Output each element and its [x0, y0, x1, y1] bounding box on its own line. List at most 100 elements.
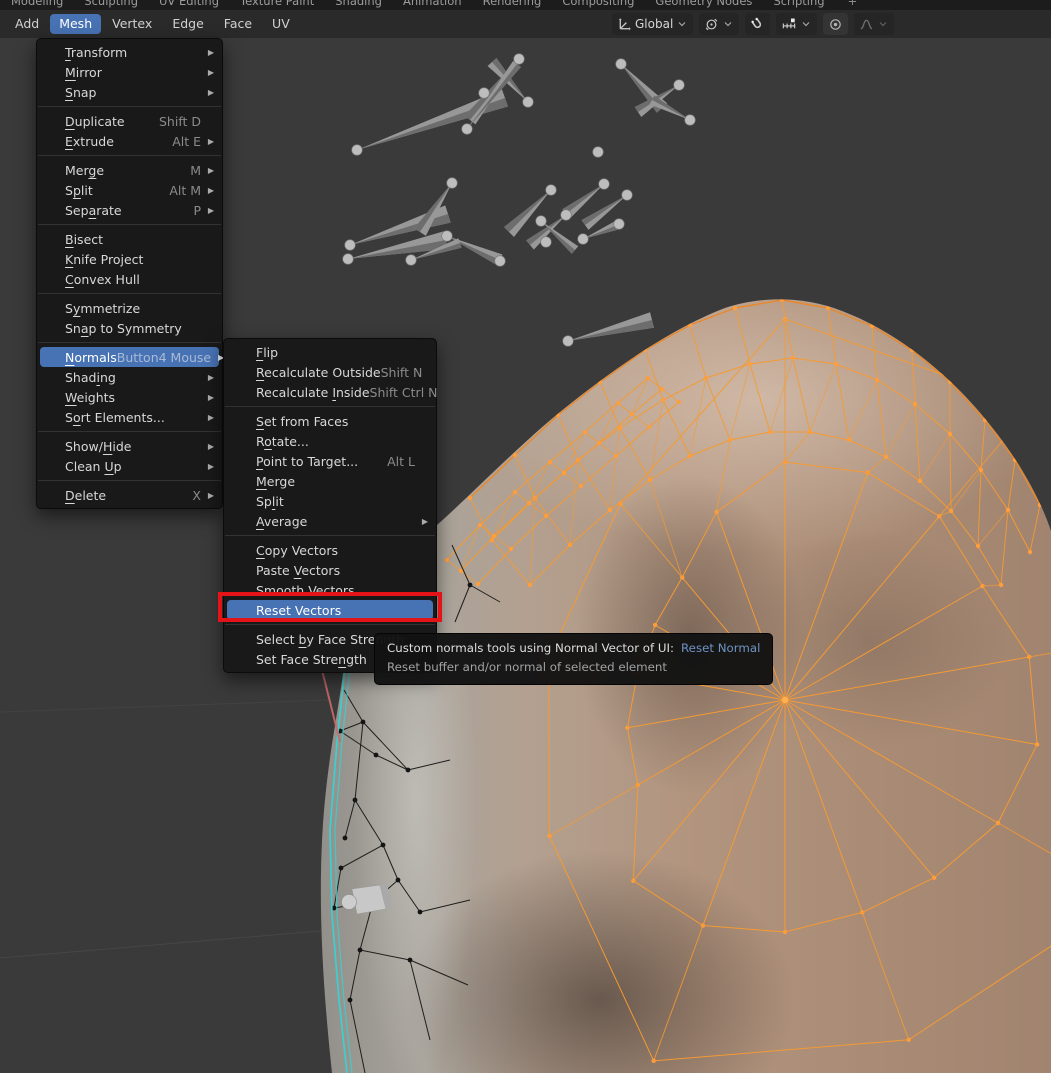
- workspace-tab-shading[interactable]: Shading: [333, 0, 384, 9]
- menu-separator: [38, 431, 221, 432]
- menu-item-point-to-target[interactable]: Point to Target...Alt L: [227, 451, 433, 471]
- editor-menu-mesh[interactable]: Mesh: [50, 14, 101, 34]
- workspace-tab-rendering[interactable]: Rendering: [481, 0, 544, 9]
- menu-item-split[interactable]: Split: [227, 491, 433, 511]
- menu-item-smooth-vectors[interactable]: Smooth Vectors: [227, 580, 433, 600]
- menu-item-snap-to-symmetry[interactable]: Snap to Symmetry: [40, 318, 219, 338]
- menu-item-delete[interactable]: DeleteX▶: [40, 485, 219, 505]
- menu-separator: [38, 342, 221, 343]
- menu-item-label: Paste Vectors: [227, 563, 340, 578]
- menu-item-label: Separate: [40, 203, 122, 218]
- editor-menu-vertex[interactable]: Vertex: [103, 14, 161, 34]
- menu-item-bisect[interactable]: Bisect: [40, 229, 219, 249]
- menu-item-average[interactable]: Average▶: [227, 511, 433, 531]
- menu-item-label: Extrude: [40, 134, 114, 149]
- menu-item-paste-vectors[interactable]: Paste Vectors: [227, 560, 433, 580]
- menu-item-normals[interactable]: NormalsButton4 Mouse▶: [40, 347, 219, 367]
- menu-item-snap[interactable]: Snap▶: [40, 82, 219, 102]
- menu-item-duplicate[interactable]: DuplicateShift D: [40, 111, 219, 131]
- menu-item-mirror[interactable]: Mirror ▶: [40, 62, 219, 82]
- menu-item-separate[interactable]: Separate P▶: [40, 200, 219, 220]
- editor-menu-face[interactable]: Face: [215, 14, 261, 34]
- submenu-arrow-icon: ▶: [203, 206, 214, 215]
- editor-menu-uv[interactable]: UV: [263, 14, 299, 34]
- menu-item-merge[interactable]: Merge: [227, 471, 433, 491]
- pivot-dropdown[interactable]: [699, 13, 739, 35]
- menu-item-label: Merge: [227, 474, 295, 489]
- submenu-arrow-icon: ▶: [203, 68, 214, 77]
- menu-item-symmetrize[interactable]: Symmetrize: [40, 298, 219, 318]
- menu-item-label: Flip: [227, 345, 278, 360]
- menu-item-sort-elements[interactable]: Sort Elements...▶: [40, 407, 219, 427]
- menu-shortcut: Shift Ctrl N: [370, 385, 440, 400]
- menu-item-label: Set from Faces: [227, 414, 348, 429]
- chevron-down-icon: [877, 18, 889, 30]
- workspace-tab-sculpting[interactable]: Sculpting: [82, 0, 140, 9]
- menu-item-label: Delete: [40, 488, 106, 503]
- menu-item-label: Convex Hull: [40, 272, 140, 287]
- editor-menu-edge[interactable]: Edge: [163, 14, 212, 34]
- menu-shortcut: X: [192, 488, 203, 503]
- menu-item-show-hide[interactable]: Show/Hide▶: [40, 436, 219, 456]
- chevron-down-icon: [676, 18, 688, 30]
- workspace-tab-compositing[interactable]: Compositing: [560, 0, 636, 9]
- viewport-header: AddMeshVertexEdgeFaceUV Global: [0, 10, 1051, 38]
- menu-item-shading[interactable]: Shading▶: [40, 367, 219, 387]
- orientation-dropdown[interactable]: Global: [612, 13, 693, 35]
- submenu-arrow-icon: ▶: [203, 442, 214, 451]
- menu-shortcut: Button4 Mouse: [117, 350, 213, 365]
- workspace-tab-geometry-nodes[interactable]: Geometry Nodes: [653, 0, 754, 9]
- menu-item-recalculate-outside[interactable]: Recalculate OutsideShift N: [227, 362, 433, 382]
- menu-item-set-from-faces[interactable]: Set from Faces: [227, 411, 433, 431]
- menu-item-knife-project[interactable]: Knife Project: [40, 249, 219, 269]
- menu-item-transform[interactable]: Transform▶: [40, 42, 219, 62]
- menu-item-label: Split: [40, 183, 93, 198]
- workspace-tab-scripting[interactable]: Scripting: [771, 0, 826, 9]
- submenu-arrow-icon: ▶: [203, 137, 214, 146]
- submenu-arrow-icon: ▶: [417, 517, 428, 526]
- submenu-arrow-icon: ▶: [203, 88, 214, 97]
- add-workspace-button[interactable]: +: [846, 0, 860, 9]
- tooltip-operator-link: Reset Normal: [681, 641, 760, 655]
- proportional-edit-toggle[interactable]: [823, 13, 848, 35]
- menu-item-rotate[interactable]: Rotate...: [227, 431, 433, 451]
- mesh-menu-panel: Transform▶Mirror▶Snap▶DuplicateShift DEx…: [36, 38, 223, 509]
- tooltip: Custom normals tools using Normal Vector…: [374, 633, 773, 685]
- menu-item-merge[interactable]: MergeM▶: [40, 160, 219, 180]
- workspace-tab-texture-paint[interactable]: Texture Paint: [238, 0, 316, 9]
- workspace-tab-uv-editing[interactable]: UV Editing: [157, 0, 221, 9]
- menu-separator: [225, 535, 435, 536]
- submenu-arrow-icon: ▶: [203, 462, 214, 471]
- menu-item-clean-up[interactable]: Clean Up▶: [40, 456, 219, 476]
- falloff-curve-icon: [859, 17, 874, 32]
- tooltip-line1: Custom normals tools using Normal Vector…: [387, 641, 674, 655]
- snap-target-dropdown[interactable]: [776, 13, 817, 35]
- chevron-down-icon: [800, 18, 812, 30]
- menu-item-convex-hull[interactable]: Convex Hull: [40, 269, 219, 289]
- menu-item-split[interactable]: SplitAlt M▶: [40, 180, 219, 200]
- workspace-tab-animation[interactable]: Animation: [401, 0, 464, 9]
- menu-item-reset-vectors[interactable]: Reset Vectors: [227, 600, 433, 620]
- menu-item-extrude[interactable]: ExtrudeAlt E▶: [40, 131, 219, 151]
- menu-item-label: Smooth Vectors: [227, 583, 355, 598]
- workspace-tab-modeling[interactable]: Modeling: [9, 0, 65, 9]
- menu-item-weights[interactable]: Weights▶: [40, 387, 219, 407]
- menu-separator: [225, 406, 435, 407]
- falloff-dropdown[interactable]: [854, 13, 894, 35]
- menu-item-label: Knife Project: [40, 252, 143, 267]
- menu-shortcut: P: [193, 203, 203, 218]
- menu-item-label: Split: [227, 494, 284, 509]
- menu-item-recalculate-inside[interactable]: Recalculate InsideShift Ctrl N: [227, 382, 433, 402]
- chevron-down-icon: [722, 18, 734, 30]
- menu-item-copy-vectors[interactable]: Copy Vectors: [227, 540, 433, 560]
- armature-bones: [343, 54, 696, 347]
- editor-menu-add[interactable]: Add: [6, 14, 48, 34]
- menu-item-label: Reset Vectors: [227, 603, 341, 618]
- menu-item-flip[interactable]: Flip: [227, 342, 433, 362]
- menu-shortcut: Alt M: [169, 183, 203, 198]
- menu-item-label: Mirror: [40, 65, 102, 80]
- snap-toggle[interactable]: [745, 13, 770, 35]
- normals-submenu-panel: Flip Recalculate OutsideShift NRecalculat…: [223, 338, 437, 673]
- menu-separator: [38, 106, 221, 107]
- menu-separator: [38, 155, 221, 156]
